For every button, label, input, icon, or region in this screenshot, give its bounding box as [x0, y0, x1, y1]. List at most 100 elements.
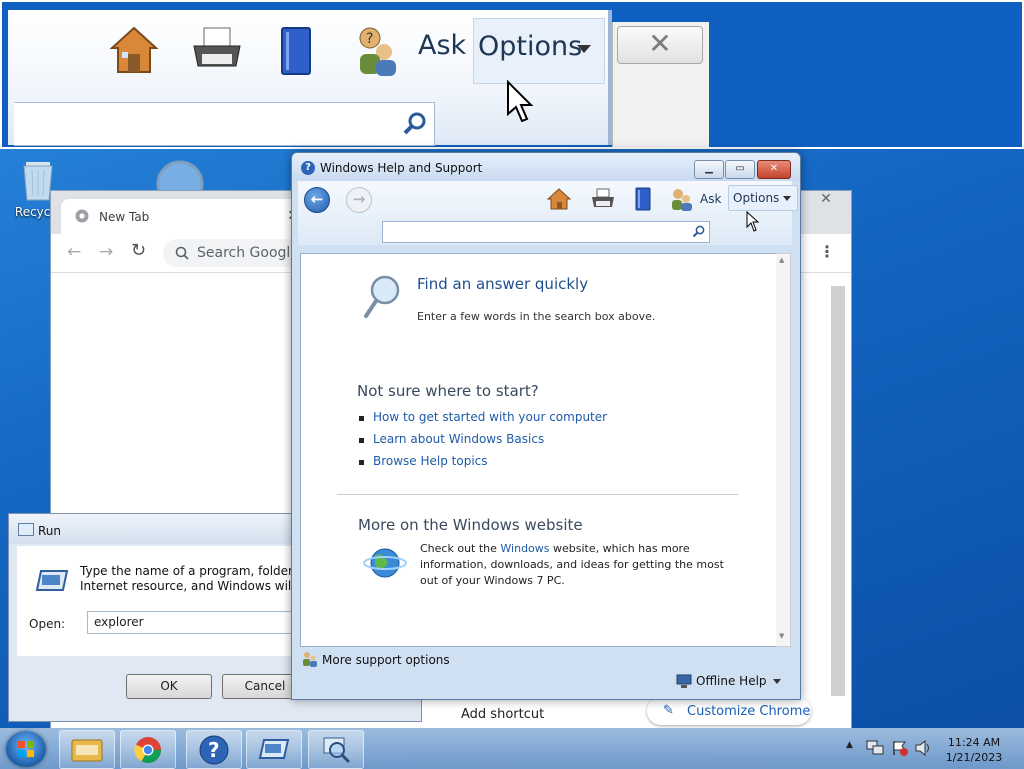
clock-date: 1/21/2023	[945, 751, 1003, 764]
start-links-list: How to get started with your computer Le…	[357, 410, 607, 476]
magnified-ask-label[interactable]: Ask	[418, 30, 466, 61]
chrome-close-button[interactable]: ✕	[803, 191, 849, 209]
chevron-down-icon	[783, 196, 791, 201]
customize-chrome-label: Customize Chrome	[687, 704, 811, 719]
magnified-options-label: Options	[478, 31, 583, 62]
link-get-started[interactable]: How to get started with your computer	[373, 410, 607, 424]
svg-text:?: ?	[366, 31, 373, 47]
not-sure-heading: Not sure where to start?	[357, 382, 539, 400]
run-title: Run	[38, 524, 62, 538]
omnibox-placeholder: Search Google	[197, 245, 299, 261]
reload-icon[interactable]: ↻	[131, 240, 146, 261]
scroll-down-icon[interactable]: ▼	[779, 632, 784, 640]
search-icon[interactable]	[692, 225, 705, 238]
chrome-scrollbar[interactable]	[831, 286, 845, 696]
scroll-up-icon[interactable]: ▲	[779, 256, 784, 264]
home-icon[interactable]	[547, 187, 571, 211]
taskbar-magnifier[interactable]	[308, 730, 364, 769]
run-program-icon	[35, 570, 69, 591]
ok-button[interactable]: OK	[126, 674, 212, 699]
ask-icon[interactable]: ?	[354, 24, 402, 78]
add-shortcut-label[interactable]: Add shortcut	[461, 707, 544, 722]
browse-help-icon[interactable]	[276, 24, 316, 78]
taskbar-run[interactable]	[246, 730, 302, 769]
chrome-menu-icon[interactable]: ⋮	[819, 242, 835, 261]
open-label: Open:	[29, 617, 66, 631]
offline-computer-icon	[676, 674, 692, 688]
magnifying-glass-icon	[364, 275, 400, 318]
volume-icon[interactable]	[915, 740, 933, 756]
windows-website-text: Check out the Windows website, which has…	[420, 542, 724, 587]
back-arrow-icon[interactable]: ←	[67, 242, 81, 262]
folder-icon	[71, 739, 103, 762]
run-window-icon	[18, 523, 34, 536]
help-window-title: Windows Help and Support	[320, 161, 483, 175]
list-item: How to get started with your computer	[357, 410, 607, 432]
clock-time: 11:24 AM	[947, 736, 1001, 749]
help-titlebar: ? Windows Help and Support ▁ ▭ ✕	[292, 153, 800, 181]
start-button[interactable]	[6, 731, 46, 767]
home-icon[interactable]	[108, 24, 160, 76]
forward-arrow-icon[interactable]: →	[99, 242, 113, 262]
help-window-icon: ?	[301, 161, 315, 175]
close-button[interactable]: ✕	[757, 160, 791, 179]
forward-arrow-icon[interactable]: →	[346, 187, 372, 213]
customize-chrome-button[interactable]: ✎ Customize Chrome	[647, 697, 811, 725]
options-menu[interactable]: Options	[728, 185, 798, 211]
magnified-search-box[interactable]	[14, 102, 435, 146]
network-icon[interactable]	[866, 740, 884, 756]
back-arrow-icon[interactable]: ←	[304, 187, 330, 213]
chevron-down-icon	[772, 679, 781, 684]
magnifier-view: ? Ask Options ✕	[0, 0, 1024, 149]
ask-icon[interactable]	[670, 187, 694, 211]
maximize-button[interactable]: ▭	[725, 160, 755, 179]
section-divider	[337, 494, 738, 495]
magnifier-icon	[323, 737, 351, 764]
magnified-close-button[interactable]: ✕	[617, 26, 703, 64]
help-icon: ?	[199, 735, 229, 765]
globe-icon	[363, 548, 407, 578]
more-support-options-link[interactable]: More support options	[322, 653, 450, 667]
search-icon	[175, 246, 189, 260]
search-icon	[403, 112, 426, 135]
taskbar: ? ▲ 11:24 AM 1/21/2023	[0, 728, 1024, 769]
svg-text:?: ?	[208, 738, 220, 762]
open-field-value: explorer	[94, 615, 144, 629]
find-answer-heading: Find an answer quickly	[417, 275, 589, 293]
browse-help-icon[interactable]	[633, 187, 653, 211]
run-program-icon	[258, 739, 290, 759]
support-people-icon	[303, 652, 317, 667]
magnified-help-toolbar: ? Ask Options	[8, 10, 612, 146]
offline-help-label: Offline Help	[696, 674, 767, 688]
show-hidden-icons[interactable]: ▲	[846, 740, 853, 750]
pencil-icon: ✎	[663, 703, 674, 718]
mouse-cursor-icon	[507, 80, 534, 123]
chevron-down-icon	[577, 45, 591, 53]
tab-title: New Tab	[99, 210, 150, 224]
action-center-icon[interactable]	[891, 740, 909, 756]
list-item: Learn about Windows Basics	[357, 432, 607, 454]
offline-help-dropdown[interactable]: Offline Help	[696, 674, 781, 688]
taskbar-chrome[interactable]	[120, 730, 176, 769]
help-toolbar: ← → Ask Options	[298, 181, 798, 245]
more-windows-heading: More on the Windows website	[358, 516, 583, 534]
minimize-button[interactable]: ▁	[694, 160, 724, 179]
magnified-options-menu[interactable]: Options	[473, 18, 605, 84]
print-icon[interactable]	[190, 24, 244, 76]
mouse-cursor-icon	[746, 211, 760, 232]
taskbar-help[interactable]: ?	[186, 730, 242, 769]
taskbar-explorer[interactable]	[59, 730, 115, 769]
link-windows-basics[interactable]: Learn about Windows Basics	[373, 432, 544, 446]
windows-website-link[interactable]: Windows	[500, 542, 549, 555]
ask-label[interactable]: Ask	[700, 192, 721, 206]
link-browse-help-topics[interactable]: Browse Help topics	[373, 454, 488, 468]
windows-logo-icon	[18, 741, 34, 757]
help-scrollbar[interactable]: ▲ ▼	[776, 253, 791, 647]
help-search-input[interactable]	[382, 221, 710, 243]
clock[interactable]: 11:24 AM 1/21/2023	[944, 735, 1004, 765]
print-icon[interactable]	[590, 187, 616, 211]
list-item: Browse Help topics	[357, 454, 607, 476]
find-answer-subtitle: Enter a few words in the search box abov…	[417, 310, 656, 323]
chrome-logo-icon	[75, 209, 89, 223]
tab-new-tab[interactable]: New Tab ✕	[61, 199, 301, 234]
